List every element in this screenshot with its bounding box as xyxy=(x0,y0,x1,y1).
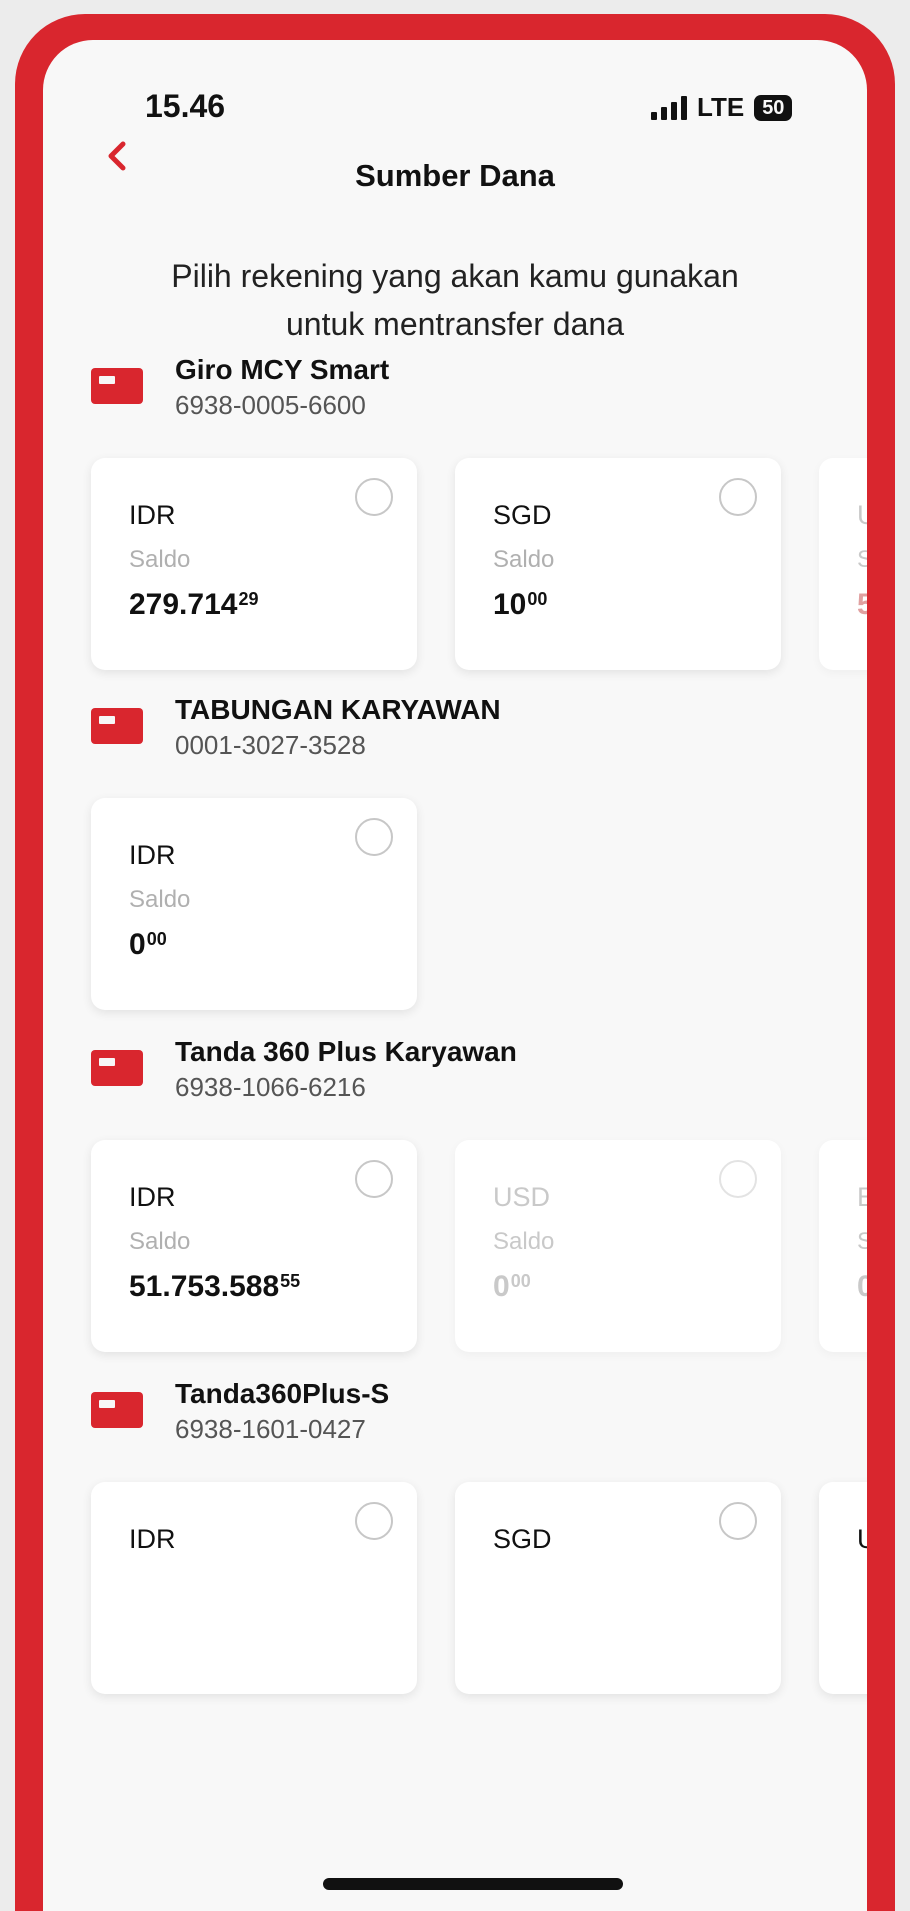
currency-code: USD xyxy=(857,1524,867,1554)
balance-amount: 1000 xyxy=(493,588,548,621)
balance-card[interactable]: IDR Saldo 000 xyxy=(91,798,417,1010)
account-name: TABUNGAN KARYAWAN xyxy=(175,694,501,725)
currency-code: USD xyxy=(493,1182,551,1212)
app-screen: 15.46 LTE 50 Sumber Dana Pilih rekening … xyxy=(43,40,867,1911)
status-indicators: LTE 50 xyxy=(651,92,793,123)
instruction-text: Pilih rekening yang akan kamu gunakan un… xyxy=(171,258,739,342)
balance-amount: 51.753.58855 xyxy=(129,1270,301,1303)
balance-cents: 00 xyxy=(510,1271,531,1291)
balance-label: Saldo xyxy=(129,886,191,913)
account-number: 0001-3027-3528 xyxy=(175,730,366,760)
currency-code: SGD xyxy=(493,1524,552,1554)
balance-card: EUR Saldo 000 xyxy=(819,1140,867,1352)
currency-code: EUR xyxy=(857,1182,867,1212)
account-number: 6938-0005-6600 xyxy=(175,390,366,420)
account-number: 6938-1066-6216 xyxy=(175,1072,366,1102)
balance-card[interactable]: IDR xyxy=(91,1482,417,1694)
balance-card[interactable]: USD Saldo 500 xyxy=(819,458,867,670)
select-radio[interactable] xyxy=(355,1502,393,1540)
currency-code: IDR xyxy=(129,840,176,870)
balance-amount: 000 xyxy=(129,928,167,961)
currency-code: SGD xyxy=(493,500,552,530)
balance-label: Saldo xyxy=(493,546,555,573)
currency-code: IDR xyxy=(129,500,176,530)
account-card-icon xyxy=(91,1392,143,1428)
balance-label: Saldo xyxy=(857,1228,867,1255)
balance-cents: 29 xyxy=(238,589,259,609)
select-radio[interactable] xyxy=(355,818,393,856)
account-name: Tanda360Plus-S xyxy=(175,1378,390,1409)
balance-card[interactable]: IDR Saldo 279.71429 xyxy=(91,458,417,670)
account-name: Tanda 360 Plus Karyawan xyxy=(175,1036,517,1067)
balance-amount: 000 xyxy=(857,1270,867,1303)
account-card-icon xyxy=(91,708,143,744)
balance-card[interactable]: USD xyxy=(819,1482,867,1694)
account-card-icon xyxy=(91,368,143,404)
balance-amount: 279.71429 xyxy=(129,588,259,621)
page-title: Sumber Dana xyxy=(355,158,555,193)
balance-card: USD Saldo 000 xyxy=(455,1140,781,1352)
select-radio[interactable] xyxy=(719,478,757,516)
select-radio[interactable] xyxy=(355,1160,393,1198)
home-indicator[interactable] xyxy=(323,1878,623,1890)
balance-amount: 000 xyxy=(493,1270,531,1303)
balance-label: Saldo xyxy=(129,1228,191,1255)
balance-cents: 00 xyxy=(146,929,167,949)
balance-cents: 00 xyxy=(527,589,548,609)
select-radio[interactable] xyxy=(355,478,393,516)
currency-code: IDR xyxy=(129,1182,176,1212)
select-radio[interactable] xyxy=(719,1502,757,1540)
account-number: 6938-1601-0427 xyxy=(175,1414,366,1444)
balance-card[interactable]: IDR Saldo 51.753.58855 xyxy=(91,1140,417,1352)
balance-label: Saldo xyxy=(493,1228,555,1255)
account-card-icon xyxy=(91,1050,143,1086)
balance-card[interactable]: SGD xyxy=(455,1482,781,1694)
balance-label: Saldo xyxy=(129,546,191,573)
signal-icon xyxy=(651,95,687,120)
balance-cents: 55 xyxy=(280,1271,301,1291)
select-radio xyxy=(719,1160,757,1198)
balance-label: Saldo xyxy=(857,546,867,573)
currency-code: IDR xyxy=(129,1524,176,1554)
status-time: 15.46 xyxy=(145,88,226,124)
network-type: LTE xyxy=(697,92,745,122)
currency-code: USD xyxy=(857,500,867,530)
balance-amount: 500 xyxy=(857,588,867,621)
account-name: Giro MCY Smart xyxy=(175,354,390,385)
battery-icon: 50 xyxy=(754,94,793,121)
balance-card[interactable]: SGD Saldo 1000 xyxy=(455,458,781,670)
